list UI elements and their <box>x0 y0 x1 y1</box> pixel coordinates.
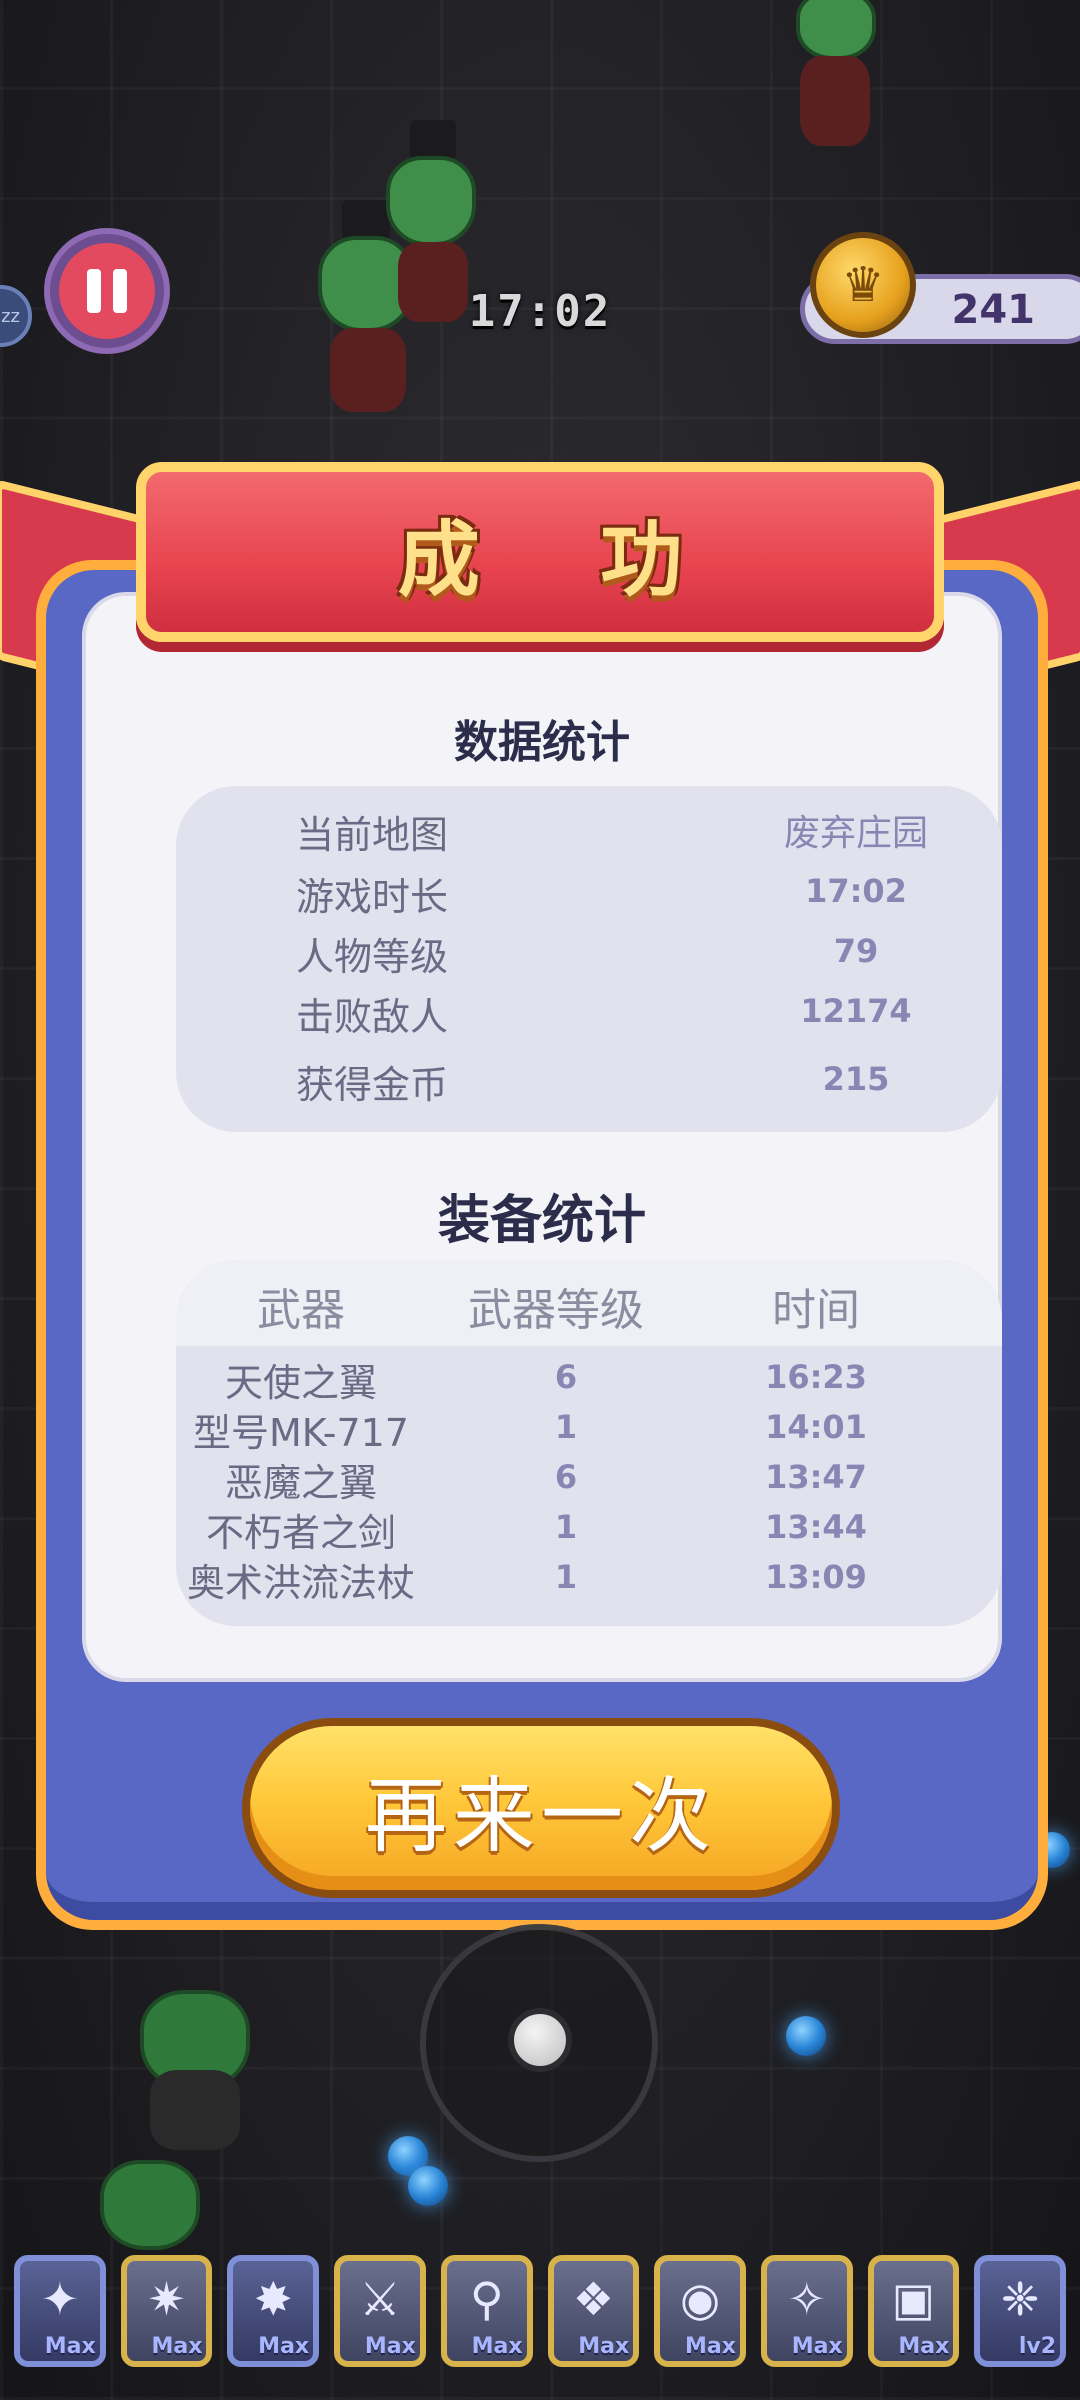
stat-value: 17:02 <box>805 872 907 910</box>
demon-wings-icon: ✸ <box>253 2272 293 2326</box>
exp-orb <box>408 2166 448 2206</box>
equip-name: 奥术洪流法杖 <box>186 1561 415 1605</box>
skill-level: Max <box>44 2334 96 2359</box>
equip-level: 1 <box>554 1508 578 1546</box>
skill-slot: ⚔ Max <box>334 2255 426 2367</box>
stat-value: 79 <box>833 932 879 970</box>
skill-slot: ◉ Max <box>654 2255 746 2367</box>
stat-label: 当前地图 <box>296 813 449 857</box>
stat-row-kills: 击败敌人 12174 <box>176 986 1002 1042</box>
skill-level: Max <box>471 2334 523 2359</box>
stat-value: 废弃庄园 <box>783 813 928 854</box>
skill-slot: ❖ Max <box>547 2255 640 2367</box>
stat-row-level: 人物等级 79 <box>176 926 1002 982</box>
equip-time: 13:47 <box>765 1458 867 1496</box>
scroll-icon: ❖ <box>572 2272 614 2326</box>
skill-level: Max <box>578 2334 630 2359</box>
skill-level: Max <box>684 2334 736 2359</box>
stat-row-duration: 游戏时长 17:02 <box>176 866 1002 922</box>
success-banner: 成 功 <box>136 462 944 642</box>
stats-card: 数据统计 当前地图 废弃庄园 游戏时长 17:02 人物等级 79 击败敌人 1… <box>82 592 1002 1682</box>
zombie-enemy <box>760 0 900 150</box>
stat-label: 人物等级 <box>296 935 449 979</box>
equip-level: 1 <box>554 1408 578 1446</box>
skill-level: Max <box>151 2334 203 2359</box>
equip-name: 不朽者之剑 <box>205 1511 396 1555</box>
equip-level: 6 <box>554 1358 578 1396</box>
equip-name: 天使之翼 <box>224 1361 377 1405</box>
skill-level: Max <box>898 2334 950 2359</box>
equip-stats-table: 武器 武器等级 时间 天使之翼 6 16:23 型号MK-717 1 14:01… <box>176 1260 1002 1626</box>
success-title: 成 功 <box>397 512 729 608</box>
stat-label: 游戏时长 <box>296 875 449 919</box>
equip-time: 13:09 <box>765 1558 867 1596</box>
equip-level: 1 <box>554 1558 578 1596</box>
gun-icon: ✷ <box>147 2272 186 2326</box>
result-panel: 数据统计 当前地图 废弃庄园 游戏时长 17:02 人物等级 79 击败敌人 1… <box>36 560 1048 1930</box>
skill-slot: ✧ Max <box>760 2255 853 2367</box>
skill-level: Max <box>791 2334 843 2359</box>
equip-stats-title: 装备统计 <box>437 1191 646 1251</box>
skill-slot: ❈ lv2 <box>974 2255 1067 2367</box>
skill-level: Max <box>258 2334 310 2359</box>
equip-row: 奥术洪流法杖 1 13:09 <box>176 1552 1002 1605</box>
stat-label: 击败敌人 <box>296 995 449 1039</box>
game-timer: 17:02 <box>468 286 612 337</box>
equip-time: 13:44 <box>765 1508 867 1546</box>
shield-icon: ◉ <box>680 2272 721 2326</box>
skill-level: lv2 <box>1018 2334 1057 2359</box>
skill-slot: ✷ Max <box>120 2255 213 2367</box>
skill-bar: ✦ Max ✷ Max ✸ Max ⚔ Max ⚲ Max ❖ Max ◉ Ma… <box>14 2255 1067 2371</box>
torch-icon: ✧ <box>787 2272 827 2326</box>
skill-slot: ▣ Max <box>867 2255 960 2367</box>
header-weapon-level: 武器等级 <box>468 1285 644 1336</box>
equip-time: 16:23 <box>765 1358 867 1396</box>
equip-name: 恶魔之翼 <box>224 1461 377 1505</box>
equip-name: 型号MK-717 <box>193 1411 409 1455</box>
joystick-knob[interactable] <box>508 2008 572 2072</box>
auto-button[interactable]: zz <box>0 285 32 347</box>
skill-slot: ✦ Max <box>14 2255 106 2367</box>
equip-row: 天使之翼 6 16:23 <box>176 1352 1002 1405</box>
stat-value: 215 <box>822 1060 890 1098</box>
stat-value: 12174 <box>800 992 912 1030</box>
stat-label: 获得金币 <box>296 1063 449 1107</box>
crown-icon: ♛ <box>810 232 916 338</box>
zombie-enemy <box>70 2160 230 2260</box>
equip-table-header: 武器 武器等级 时间 <box>176 1260 1002 1346</box>
equip-level: 6 <box>554 1458 578 1496</box>
crystal-icon: ❈ <box>1000 2272 1040 2326</box>
stat-row-gold: 获得金币 215 <box>176 1054 1002 1110</box>
play-again-label: 再来一次 <box>364 1768 717 1864</box>
wings-icon: ✦ <box>40 2272 80 2326</box>
staff-icon: ⚲ <box>469 2272 504 2326</box>
equip-row: 恶魔之翼 6 13:47 <box>176 1452 1002 1505</box>
skill-slot: ✸ Max <box>227 2255 320 2367</box>
equip-row: 不朽者之剑 1 13:44 <box>176 1502 1002 1555</box>
coin-value: 241 <box>951 287 1036 333</box>
exp-orb <box>786 2016 826 2056</box>
skill-slot: ⚲ Max <box>440 2255 533 2367</box>
data-stats-title: 数据统计 <box>454 717 630 768</box>
book-icon: ▣ <box>891 2272 936 2326</box>
sword-icon: ⚔ <box>359 2272 401 2326</box>
pause-icon <box>59 243 155 339</box>
auto-label: zz <box>1 305 20 327</box>
equip-time: 14:01 <box>765 1408 867 1446</box>
skill-level: Max <box>364 2334 416 2359</box>
zombie-enemy <box>100 1960 290 2160</box>
data-stats-box: 当前地图 废弃庄园 游戏时长 17:02 人物等级 79 击败敌人 12174 … <box>176 786 1002 1132</box>
pause-button[interactable] <box>44 228 170 354</box>
header-time: 时间 <box>772 1285 860 1336</box>
equip-row: 型号MK-717 1 14:01 <box>176 1402 1002 1455</box>
header-weapon: 武器 <box>257 1285 345 1336</box>
play-again-button[interactable]: 再来一次 <box>242 1718 840 1898</box>
stat-row-map: 当前地图 废弃庄园 <box>176 804 1002 860</box>
